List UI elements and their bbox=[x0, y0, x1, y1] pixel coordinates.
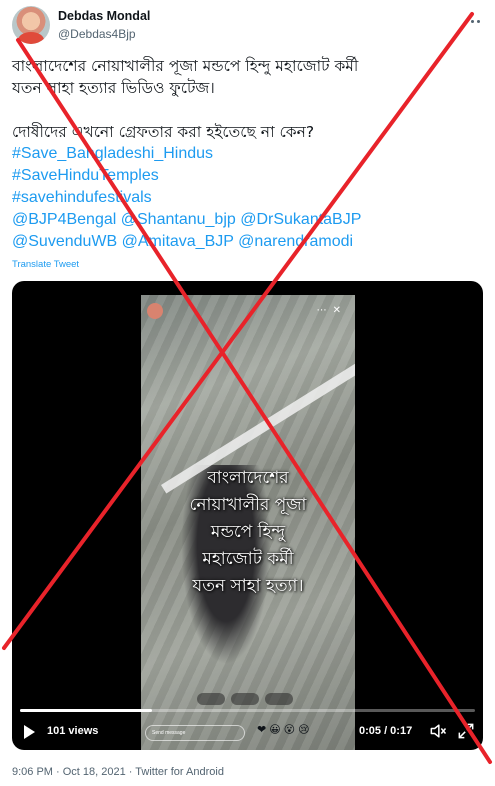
story-close-icon: ⋯✕ bbox=[316, 305, 347, 316]
display-name[interactable]: Debdas Mondal bbox=[58, 9, 150, 23]
mention-link[interactable]: @DrSukantaBJP bbox=[240, 211, 361, 228]
more-icon[interactable] bbox=[461, 12, 483, 30]
volume-icon[interactable] bbox=[428, 721, 448, 741]
tweet-header: Debdas Mondal @Debdas4Bjp bbox=[12, 6, 483, 46]
hashtag-link[interactable]: #SaveHinduTemples bbox=[12, 165, 483, 187]
video-progress-fill bbox=[20, 709, 152, 712]
mention-link[interactable]: @BJP4Bengal bbox=[12, 211, 116, 228]
tweet-line: বাংলাদেশের নোয়াখালীর পূজা মন্ডপে হিন্দু… bbox=[12, 57, 359, 75]
caption-line: নোয়াখালীর পূজা bbox=[189, 495, 307, 515]
hashtag-link[interactable]: #Save_Bangladeshi_Hindus bbox=[12, 143, 483, 165]
video-caption: বাংলাদেশের নোয়াখালীর পূজা মন্ডপে হিন্দু… bbox=[149, 465, 347, 600]
tweet-line: দোষীদের এখনো গ্রেফতার করা হইতেছে না কেন? bbox=[12, 123, 315, 141]
video-controls: 101 views 0:05 / 0:17 bbox=[12, 717, 483, 747]
story-reaction-pills bbox=[197, 693, 293, 705]
mention-link[interactable]: @Shantanu_bjp bbox=[121, 211, 236, 228]
mentions-row: @BJP4Bengal @Shantanu_bjp @DrSukantaBJP bbox=[12, 209, 483, 231]
story-header: ⋯✕ bbox=[147, 303, 347, 323]
avatar[interactable] bbox=[12, 6, 50, 44]
caption-line: বাংলাদেশের bbox=[207, 468, 289, 488]
tweet-line: যতন সাহা হত্যার ভিডিও ফুটেজ। bbox=[12, 79, 215, 97]
video-progress-bar[interactable] bbox=[20, 709, 475, 712]
video-player[interactable]: ⋯✕ বাংলাদেশের নোয়াখালীর পূজা মন্ডপে হিন… bbox=[12, 281, 483, 750]
view-count: 101 views bbox=[47, 725, 99, 737]
mention-link[interactable]: @SuvenduWB bbox=[12, 233, 117, 250]
hashtag-link[interactable]: #savehindufestivals bbox=[12, 187, 483, 209]
fullscreen-icon[interactable] bbox=[456, 721, 476, 741]
video-frame: ⋯✕ বাংলাদেশের নোয়াখালীর পূজা মন্ডপে হিন… bbox=[141, 295, 355, 750]
reaction-pill bbox=[231, 693, 259, 705]
mention-link[interactable]: @narendramodi bbox=[238, 233, 353, 250]
caption-line: মহাজোট কর্মী bbox=[202, 549, 294, 569]
handle[interactable]: @Debdas4Bjp bbox=[58, 27, 136, 41]
caption-line: মন্ডপে হিন্দু bbox=[210, 522, 286, 542]
play-icon[interactable] bbox=[24, 725, 35, 739]
tweet-meta: 9:06 PM · Oct 18, 2021 · Twitter for And… bbox=[12, 766, 224, 778]
mention-link[interactable]: @Amitava_BJP bbox=[122, 233, 234, 250]
tweet-text: বাংলাদেশের নোয়াখালীর পূজা মন্ডপে হিন্দু… bbox=[12, 55, 483, 253]
video-time: 0:05 / 0:17 bbox=[359, 725, 413, 737]
mentions-row: @SuvenduWB @Amitava_BJP @narendramodi bbox=[12, 231, 483, 253]
story-avatar bbox=[147, 303, 163, 319]
translate-tweet-link[interactable]: Translate Tweet bbox=[12, 259, 79, 270]
reaction-pill bbox=[265, 693, 293, 705]
caption-line: যতন সাহা হত্যা। bbox=[192, 576, 304, 596]
avatar-shirt bbox=[18, 32, 44, 44]
reaction-pill bbox=[197, 693, 225, 705]
